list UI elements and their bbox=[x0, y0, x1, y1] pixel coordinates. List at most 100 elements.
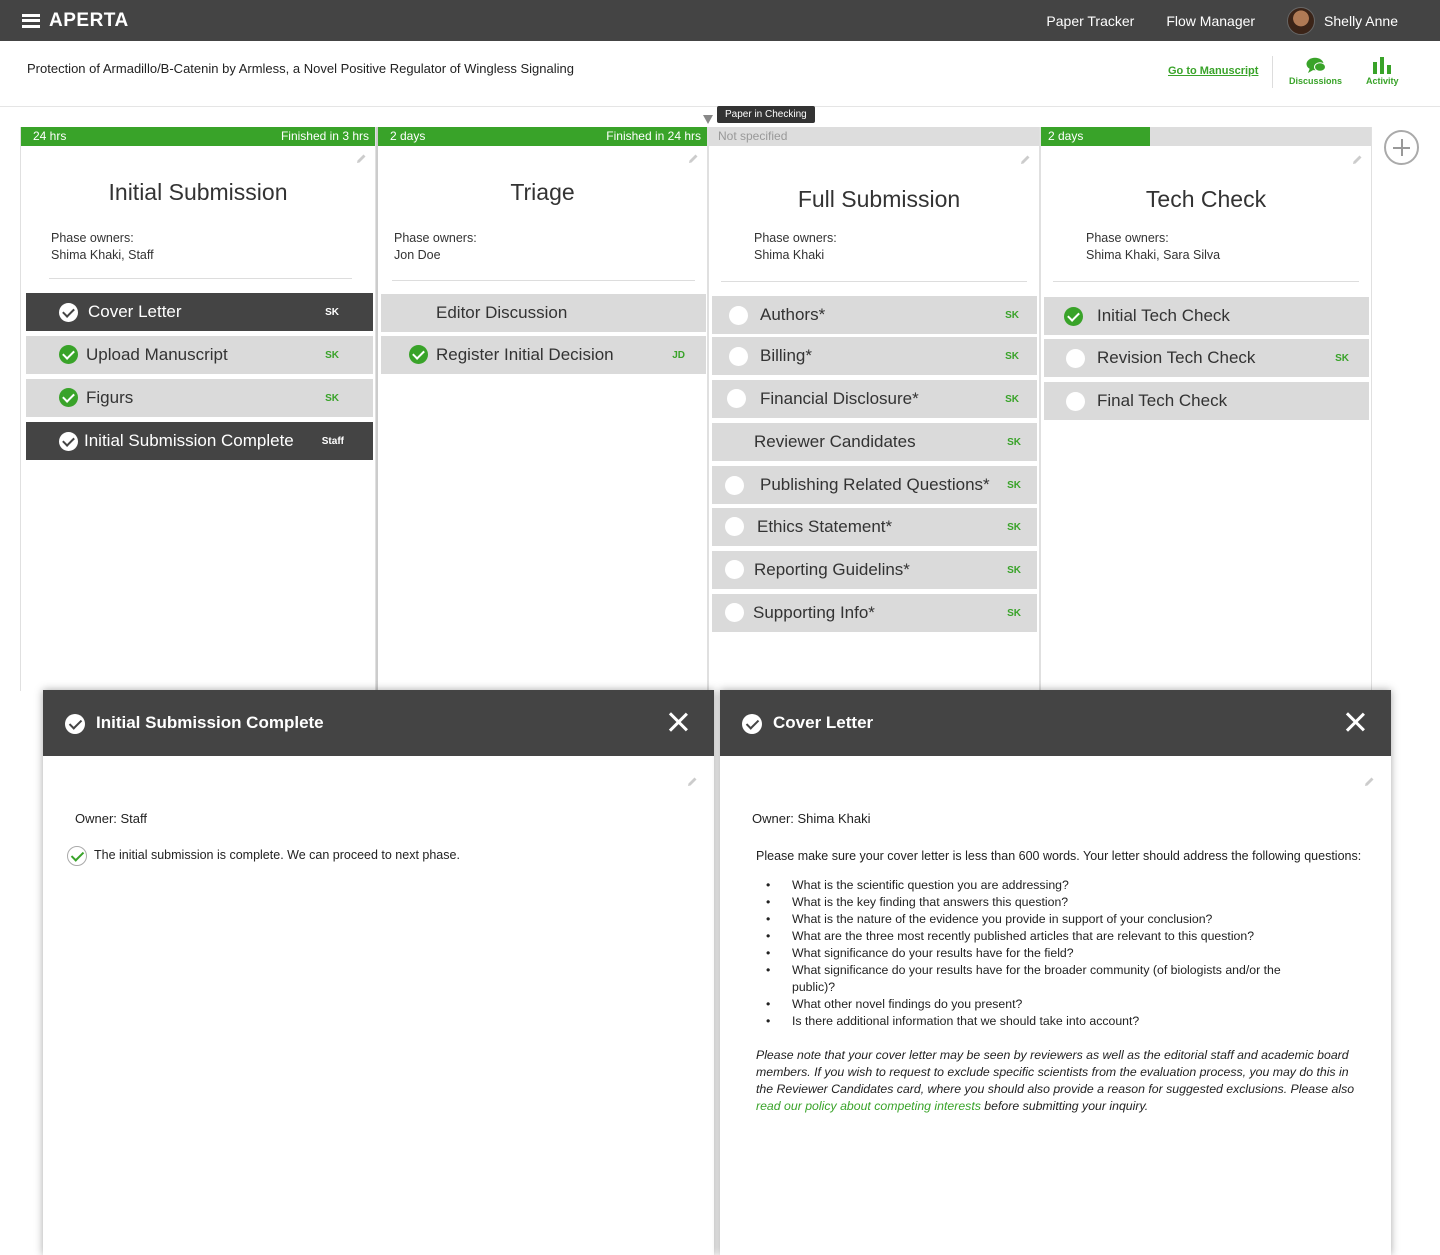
check-icon[interactable] bbox=[742, 714, 762, 734]
task-card-reviewer-candidates[interactable]: Reviewer Candidates SK bbox=[712, 423, 1037, 461]
go-to-manuscript-link[interactable]: Go to Manuscript bbox=[1168, 65, 1258, 77]
unchecked-circle-icon[interactable] bbox=[1066, 349, 1085, 368]
task-card-owner: SK bbox=[1007, 564, 1021, 576]
task-card-owner: SK bbox=[1007, 436, 1021, 448]
discussions-icon bbox=[1306, 57, 1326, 73]
user-name[interactable]: Shelly Anne bbox=[1324, 13, 1398, 29]
task-card-owner: SK bbox=[1007, 479, 1021, 491]
unchecked-circle-icon[interactable] bbox=[1066, 392, 1085, 411]
task-card-billing[interactable]: Billing* SK bbox=[712, 337, 1037, 375]
task-card-title: Reviewer Candidates bbox=[754, 432, 916, 451]
unchecked-circle-icon[interactable] bbox=[729, 306, 748, 325]
task-card-owner: SK bbox=[325, 392, 339, 404]
task-card-reporting-guidelines[interactable]: Reporting Guidelins* SK bbox=[712, 551, 1037, 589]
check-icon[interactable] bbox=[409, 345, 428, 364]
unchecked-circle-icon[interactable] bbox=[725, 603, 744, 622]
edit-pencil-icon[interactable] bbox=[355, 153, 367, 165]
phase-owners-label: Phase owners: bbox=[394, 231, 477, 245]
task-card-title: Figurs bbox=[86, 388, 134, 407]
discussions-button[interactable]: Discussions bbox=[1289, 57, 1342, 86]
task-card-publishing-related-questions[interactable]: Publishing Related Questions* SK bbox=[712, 466, 1037, 504]
task-card-initial-submission-complete[interactable]: Initial Submission Complete Staff bbox=[26, 422, 373, 460]
user-menu[interactable]: Shelly Anne bbox=[1287, 6, 1398, 35]
phase-owners-label: Phase owners: bbox=[51, 231, 134, 245]
edit-pencil-icon[interactable] bbox=[1363, 776, 1375, 788]
phase-title[interactable]: Triage bbox=[378, 179, 707, 206]
phase-finished: Finished in 3 hrs bbox=[280, 129, 369, 143]
phase-duration: 2 days bbox=[1048, 129, 1084, 143]
check-icon[interactable] bbox=[65, 714, 85, 734]
unchecked-circle-icon[interactable] bbox=[727, 389, 746, 408]
avatar[interactable] bbox=[1287, 6, 1316, 35]
main-nav: Paper Tracker Flow Manager Shelly Anne bbox=[1046, 0, 1440, 41]
task-card-revision-tech-check[interactable]: Revision Tech Check SK bbox=[1044, 339, 1369, 377]
task-card-title: Revision Tech Check bbox=[1097, 348, 1256, 367]
list-item: What is the nature of the evidence you p… bbox=[756, 911, 1336, 928]
add-phase-button[interactable] bbox=[1384, 130, 1419, 165]
task-card-financial-disclosure[interactable]: Financial Disclosure* SK bbox=[712, 380, 1037, 418]
task-card-editor-discussion[interactable]: Editor Discussion bbox=[381, 294, 706, 332]
task-card-figures[interactable]: Figurs SK bbox=[26, 379, 373, 417]
list-item: What is the key finding that answers thi… bbox=[756, 894, 1336, 911]
check-icon[interactable] bbox=[59, 388, 78, 407]
phase-title[interactable]: Full Submission bbox=[719, 186, 1039, 213]
menu-icon[interactable] bbox=[22, 13, 40, 28]
phase-title[interactable]: Tech Check bbox=[1041, 186, 1371, 213]
note-text: Please note that your cover letter may b… bbox=[756, 1048, 1355, 1096]
list-item: What are the three most recently publish… bbox=[756, 928, 1336, 945]
task-card-owner: SK bbox=[325, 349, 339, 361]
overlay-header: Cover Letter bbox=[720, 690, 1391, 756]
task-card-initial-tech-check[interactable]: Initial Tech Check bbox=[1044, 297, 1369, 335]
task-card-title: Register Initial Decision bbox=[436, 345, 614, 364]
paper-status-tooltip: Paper in Checking bbox=[717, 106, 815, 123]
unchecked-circle-icon[interactable] bbox=[725, 517, 744, 536]
edit-pencil-icon[interactable] bbox=[686, 776, 698, 788]
edit-pencil-icon[interactable] bbox=[1019, 154, 1031, 166]
task-card-owner: SK bbox=[1007, 521, 1021, 533]
edit-pencil-icon[interactable] bbox=[687, 153, 699, 165]
list-item: What significance do your results have f… bbox=[756, 945, 1336, 962]
completion-text: The initial submission is complete. We c… bbox=[94, 848, 460, 862]
unchecked-circle-icon[interactable] bbox=[725, 560, 744, 579]
flow-manager-link[interactable]: Flow Manager bbox=[1166, 13, 1255, 29]
task-card-authors[interactable]: Authors* SK bbox=[712, 296, 1037, 334]
task-card-upload-manuscript[interactable]: Upload Manuscript SK bbox=[26, 336, 373, 374]
phase-owners: Shima Khaki bbox=[754, 248, 825, 262]
task-card-owner: JD bbox=[672, 349, 685, 361]
phase-column-full-submission: Not specified Full Submission Phase owne… bbox=[708, 127, 1040, 691]
paper-header: Protection of Armadillo/B-Catenin by Arm… bbox=[0, 41, 1440, 107]
task-card-owner: SK bbox=[1007, 607, 1021, 619]
phase-owners: Shima Khaki, Sara Silva bbox=[1086, 248, 1221, 262]
task-card-supporting-info[interactable]: Supporting Info* SK bbox=[712, 594, 1037, 632]
paper-tracker-link[interactable]: Paper Tracker bbox=[1046, 13, 1134, 29]
unchecked-circle-icon[interactable] bbox=[725, 476, 744, 495]
task-card-final-tech-check[interactable]: Final Tech Check bbox=[1044, 382, 1369, 420]
check-icon[interactable] bbox=[59, 345, 78, 364]
unchecked-circle-icon[interactable] bbox=[729, 347, 748, 366]
phase-timebar: Not specified bbox=[709, 127, 1039, 146]
phase-duration: Not specified bbox=[718, 129, 788, 143]
completion-checkbox[interactable] bbox=[67, 846, 87, 866]
phase-timebar: 2 days bbox=[1041, 127, 1371, 146]
activity-button[interactable]: Activity bbox=[1366, 57, 1399, 86]
phase-divider bbox=[392, 280, 695, 281]
close-icon[interactable] bbox=[1345, 712, 1365, 732]
activity-icon bbox=[1373, 57, 1392, 74]
check-icon[interactable] bbox=[1064, 307, 1083, 326]
competing-interests-link[interactable]: read our policy about competing interest… bbox=[756, 1099, 981, 1113]
task-card-ethics-statement[interactable]: Ethics Statement* SK bbox=[712, 508, 1037, 546]
task-card-owner: SK bbox=[325, 306, 339, 318]
edit-pencil-icon[interactable] bbox=[1351, 154, 1363, 166]
task-card-cover-letter[interactable]: Cover Letter SK bbox=[26, 293, 373, 331]
brand[interactable]: APERTA bbox=[22, 0, 129, 41]
current-phase-marker-icon bbox=[703, 115, 713, 124]
task-overlay-cover-letter: Cover Letter Owner: Shima Khaki Please m… bbox=[720, 690, 1391, 1255]
list-item: What is the scientific question you are … bbox=[756, 877, 1336, 894]
list-item: What other novel findings do you present… bbox=[756, 996, 1336, 1013]
phase-title[interactable]: Initial Submission bbox=[21, 179, 375, 206]
toolbar-divider bbox=[1272, 56, 1273, 88]
task-card-register-initial-decision[interactable]: Register Initial Decision JD bbox=[381, 336, 706, 374]
close-icon[interactable] bbox=[668, 712, 688, 732]
question-list: What is the scientific question you are … bbox=[756, 877, 1336, 1030]
task-card-title: Ethics Statement* bbox=[757, 517, 893, 536]
